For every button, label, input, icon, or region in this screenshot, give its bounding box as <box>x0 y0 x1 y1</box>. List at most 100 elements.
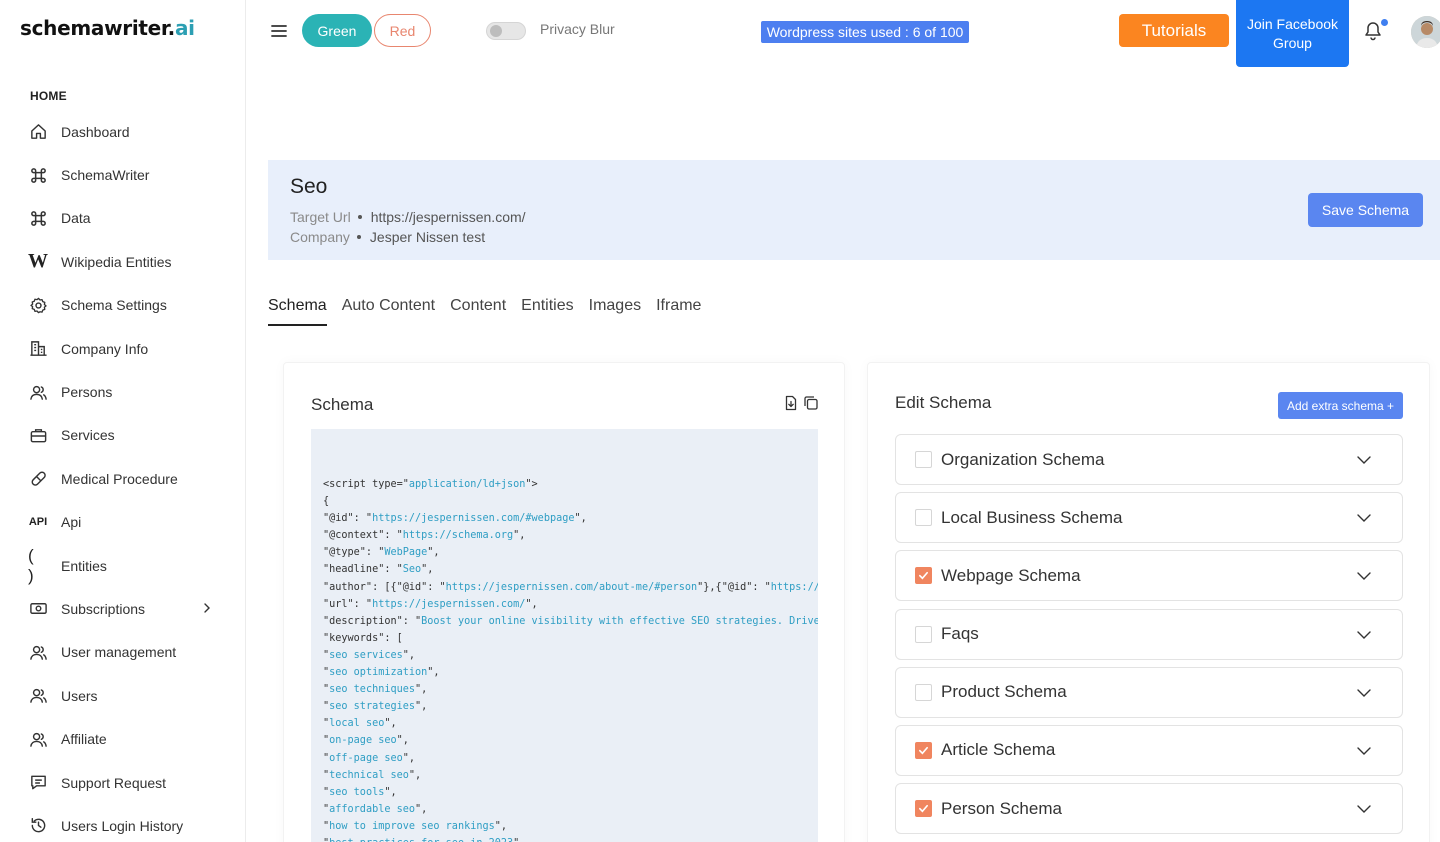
sidebar-item-affiliate[interactable]: Affiliate <box>0 717 245 760</box>
schema-accordion-webpage-schema[interactable]: Webpage Schema <box>895 550 1403 602</box>
schema-checkbox[interactable] <box>915 567 932 585</box>
code-line: "@id": "https://jespernissen.com/#webpag… <box>323 510 806 527</box>
privacy-blur-toggle[interactable] <box>486 22 526 40</box>
schema-accordion-article-schema[interactable]: Article Schema <box>895 724 1403 776</box>
users-icon <box>28 686 48 706</box>
sidebar-item-schemawriter[interactable]: SchemaWriter <box>0 153 245 196</box>
code-token: "@context": " <box>323 530 403 542</box>
sidebar-item-medical-procedure[interactable]: Medical Procedure <box>0 457 245 500</box>
code-string: Boost your online visibility with effect… <box>421 615 818 627</box>
code-token: ", <box>384 786 397 798</box>
schema-accordion-label: Article Schema <box>941 740 1056 760</box>
sidebar-item-user-management[interactable]: User management <box>0 631 245 674</box>
bullet <box>357 215 362 219</box>
code-token: "@id": " <box>323 513 373 525</box>
schema-checkbox[interactable] <box>915 451 932 468</box>
brand-logo[interactable]: schemawriter.ai <box>20 16 195 40</box>
code-token: ", <box>427 547 440 559</box>
code-line: "on-page seo", <box>323 732 806 749</box>
code-token: ", <box>494 820 508 832</box>
schema-accordion-local-business-schema[interactable]: Local Business Schema <box>895 492 1403 544</box>
toggle-knob <box>490 25 502 37</box>
join-facebook-group-button[interactable]: Join Facebook Group <box>1236 0 1349 67</box>
sidebar-item-data[interactable]: Data <box>0 197 245 240</box>
tab-images[interactable]: Images <box>589 297 641 326</box>
schema-accordion-label: Product Schema <box>941 682 1067 702</box>
pill-icon <box>28 469 48 489</box>
hamburger-menu-icon[interactable] <box>270 22 288 40</box>
theme-green-button[interactable]: Green <box>302 14 372 47</box>
code-string: https://jespernissen.com/#webpage <box>372 513 575 525</box>
tab-entities[interactable]: Entities <box>521 297 573 326</box>
schema-accordion-organization-schema[interactable]: Organization Schema <box>895 434 1403 485</box>
copy-icon[interactable] <box>803 395 819 411</box>
checkmark-icon <box>919 805 928 813</box>
sidebar-item-users-login-history[interactable]: Users Login History <box>0 804 245 842</box>
code-line: "seo strategies", <box>323 698 806 715</box>
chevron-down-icon[interactable] <box>1356 744 1372 758</box>
code-token: "},{"@id": " <box>697 581 771 593</box>
chat-icon <box>28 773 48 793</box>
sidebar-item-wikipedia-entities[interactable]: W Wikipedia Entities <box>0 240 245 283</box>
sidebar-item-label: Wikipedia Entities <box>61 253 172 270</box>
api-icon: API <box>28 516 48 529</box>
schema-checkbox[interactable] <box>915 800 932 818</box>
schema-checkbox[interactable] <box>915 683 932 701</box>
save-schema-button[interactable]: Save Schema <box>1308 193 1423 227</box>
home-icon <box>28 122 48 142</box>
wordpress-usage-badge: Wordpress sites used : 6 of 100 <box>761 21 969 43</box>
tab-content[interactable]: Content <box>450 297 506 326</box>
user-avatar[interactable] <box>1411 16 1440 48</box>
code-token: ", <box>415 701 428 713</box>
chevron-down-icon[interactable] <box>1356 628 1372 642</box>
code-string: seo strategies <box>329 701 416 713</box>
sidebar-item-api[interactable]: API Api <box>0 501 245 544</box>
tab-auto-content[interactable]: Auto Content <box>342 297 435 326</box>
chevron-down-icon[interactable] <box>1356 802 1372 816</box>
chevron-down-icon[interactable] <box>1356 569 1372 583</box>
schema-accordion-faqs[interactable]: Faqs <box>895 608 1403 660</box>
tab-bar: Schema Auto Content Content Entities Images I… <box>268 297 701 326</box>
code-string: seo techniques <box>329 684 416 696</box>
tab-iframe[interactable]: Iframe <box>656 297 701 326</box>
schema-accordion-list: Organization Schema Local Business Schema… <box>895 434 1403 841</box>
export-file-icon[interactable] <box>783 395 799 411</box>
chevron-right-icon[interactable] <box>201 601 213 615</box>
money-icon <box>28 599 48 619</box>
sidebar-item-users[interactable]: Users <box>0 674 245 717</box>
chevron-down-icon[interactable] <box>1356 686 1372 700</box>
code-line: "headline": "Seo", <box>323 561 806 578</box>
chevron-down-icon[interactable] <box>1356 511 1372 525</box>
sidebar-item-entities[interactable]: ( ) Entities <box>0 544 245 587</box>
code-line: <script type="application/ld+json"> <box>323 476 806 493</box>
code-token: ", <box>402 752 416 764</box>
code-token: "description": " <box>323 615 422 627</box>
theme-red-button[interactable]: Red <box>374 14 431 47</box>
code-string: application/ld+json <box>408 479 526 490</box>
schema-accordion-label: Webpage Schema <box>941 565 1081 585</box>
schema-accordion-label: Local Business Schema <box>941 507 1123 527</box>
schema-accordion-product-schema[interactable]: Product Schema <box>895 666 1403 718</box>
sidebar-item-schema-settings[interactable]: Schema Settings <box>0 284 245 327</box>
schema-checkbox[interactable] <box>915 625 932 643</box>
sidebar-item-label: Users <box>61 687 98 704</box>
edit-schema-title: Edit Schema <box>895 393 992 412</box>
sidebar-item-dashboard[interactable]: Dashboard <box>0 110 245 153</box>
code-line: "technical seo", <box>323 767 806 784</box>
sidebar-item-company-info[interactable]: Company Info <box>0 327 245 370</box>
tutorials-button[interactable]: Tutorials <box>1119 14 1229 47</box>
code-token: ", <box>396 735 409 747</box>
schema-accordion-person-schema[interactable]: Person Schema <box>895 783 1403 835</box>
sidebar-item-persons[interactable]: Persons <box>0 370 245 413</box>
schema-checkbox[interactable] <box>915 741 932 759</box>
sidebar-item-label: Company Info <box>61 340 149 357</box>
code-string: seo tools <box>329 786 385 798</box>
schema-checkbox[interactable] <box>915 509 932 527</box>
sidebar-item-support-request[interactable]: Support Request <box>0 761 245 804</box>
sidebar-item-services[interactable]: Services <box>0 414 245 457</box>
add-extra-schema-button[interactable]: Add extra schema + <box>1278 392 1403 419</box>
schema-code-view[interactable]: <script type="application/ld+json"> {"@id… <box>311 429 818 842</box>
sidebar-item-subscriptions[interactable]: Subscriptions <box>0 587 245 630</box>
chevron-down-icon[interactable] <box>1356 453 1372 467</box>
tab-schema[interactable]: Schema <box>268 297 327 326</box>
